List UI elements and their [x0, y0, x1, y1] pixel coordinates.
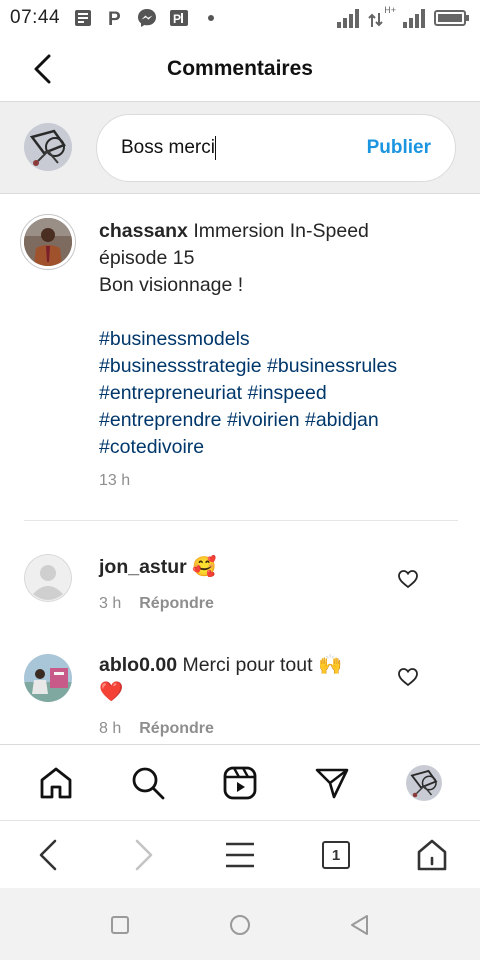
back-icon [39, 839, 57, 871]
avatar[interactable] [24, 654, 72, 702]
like-button[interactable] [396, 665, 420, 689]
browser-tabs-button[interactable]: 1 [316, 835, 356, 875]
avatar [24, 123, 72, 171]
status-bar: 07:44 P P H+ [0, 0, 480, 36]
comments-header: Commentaires [0, 36, 480, 102]
caption-line3: Bon visionnage ! [99, 274, 244, 296]
browser-forward-button[interactable] [124, 835, 164, 875]
comment-username[interactable]: jon_astur [99, 556, 187, 578]
browser-menu-button[interactable] [220, 835, 260, 875]
comment-body-2: ❤️ [99, 681, 124, 703]
browser-home-button[interactable] [412, 835, 452, 875]
hashtag[interactable]: #businessmodels [99, 328, 250, 350]
caption-timestamp: 13 h [99, 472, 131, 489]
back-triangle-icon [351, 915, 368, 935]
divider [24, 520, 458, 521]
dot-icon [200, 7, 222, 29]
tab-count: 1 [331, 846, 341, 864]
recents-square-icon [111, 916, 129, 934]
hashtag[interactable]: #entreprendre [99, 409, 222, 431]
comment-body: Merci pour tout 🙌 [182, 654, 343, 676]
signal-icon [337, 9, 360, 28]
post-caption: chassanx Immersion In-Speed épisode 15 B… [0, 194, 480, 522]
status-right: H+ [336, 5, 470, 29]
battery-icon [434, 10, 469, 26]
comment-input-box[interactable]: Boss merci Publier [96, 114, 456, 182]
hashtag[interactable]: #ivoirien [227, 409, 300, 431]
home-icon [417, 839, 447, 871]
network-label: H+ [384, 5, 396, 15]
forward-icon [135, 839, 153, 871]
search-icon [132, 767, 165, 800]
menu-icon [226, 842, 254, 868]
system-home-button[interactable] [225, 910, 255, 940]
page-title: Commentaires [167, 56, 313, 80]
comment-timestamp: 8 h [99, 720, 122, 737]
hashtag[interactable]: #businessstrategie [99, 355, 262, 377]
data-hplus-icon [368, 7, 384, 29]
back-button[interactable] [24, 50, 60, 88]
comment-body: 🥰 [192, 556, 217, 578]
messenger-icon [136, 7, 158, 29]
caption-line1: Immersion In-Speed [193, 220, 369, 242]
comment-meta: 8 h Répondre [99, 720, 214, 738]
comment-meta: 3 h Répondre [99, 595, 214, 613]
comment-text: ablo0.00 Merci pour tout 🙌 ❤️ [99, 652, 374, 706]
caption-text: chassanx Immersion In-Speed épisode 15 B… [99, 218, 449, 461]
status-time: 07:44 [10, 7, 61, 28]
like-button[interactable] [396, 567, 420, 591]
nav-reels[interactable] [220, 763, 260, 803]
tabs-icon: 1 [322, 841, 350, 869]
avatar[interactable] [24, 554, 72, 602]
hashtag[interactable]: #abidjan [305, 409, 379, 431]
hashtag[interactable]: #entrepreneuriat [99, 382, 242, 404]
comment-composer: Boss merci Publier [0, 102, 480, 194]
home-circle-icon [230, 915, 250, 935]
svg-text:P: P [173, 12, 181, 26]
system-navigation-bar [0, 888, 480, 960]
profile-avatar [406, 765, 442, 801]
text-caret [214, 136, 216, 160]
comment-timestamp: 3 h [99, 595, 122, 612]
caption-line2: épisode 15 [99, 247, 195, 269]
heart-icon [398, 668, 418, 687]
recents-button[interactable] [105, 910, 135, 940]
instagram-bottom-nav [0, 744, 480, 820]
comment-username[interactable]: ablo0.00 [99, 654, 177, 676]
nav-home[interactable] [36, 763, 76, 803]
reels-icon [223, 766, 257, 800]
comment-input[interactable]: Boss merci [121, 136, 359, 160]
hashtag[interactable]: #businessrules [267, 355, 397, 377]
nav-search[interactable] [128, 763, 168, 803]
chevron-left-icon [34, 54, 51, 84]
svg-text:P: P [108, 9, 121, 28]
heart-icon [398, 570, 418, 589]
nav-direct[interactable] [312, 763, 352, 803]
hashtag[interactable]: #inspeed [248, 382, 327, 404]
news-icon [72, 7, 94, 29]
direct-send-icon [315, 768, 349, 799]
browser-back-button[interactable] [28, 835, 68, 875]
system-back-button[interactable] [345, 910, 375, 940]
caption-avatar[interactable] [20, 214, 76, 270]
parking-p-icon: P [104, 7, 126, 29]
reply-button[interactable]: Répondre [139, 595, 214, 613]
caption-username[interactable]: chassanx [99, 220, 188, 242]
pdf-icon: P [168, 7, 190, 29]
browser-toolbar: 1 [0, 820, 480, 888]
signal-icon-2 [403, 9, 425, 28]
hashtag[interactable]: #cotedivoire [99, 436, 204, 458]
reply-button[interactable]: Répondre [139, 720, 214, 738]
home-icon [40, 767, 72, 799]
comment-text: jon_astur 🥰 [99, 554, 374, 581]
publish-button[interactable]: Publier [367, 137, 431, 159]
nav-profile[interactable] [404, 763, 444, 803]
